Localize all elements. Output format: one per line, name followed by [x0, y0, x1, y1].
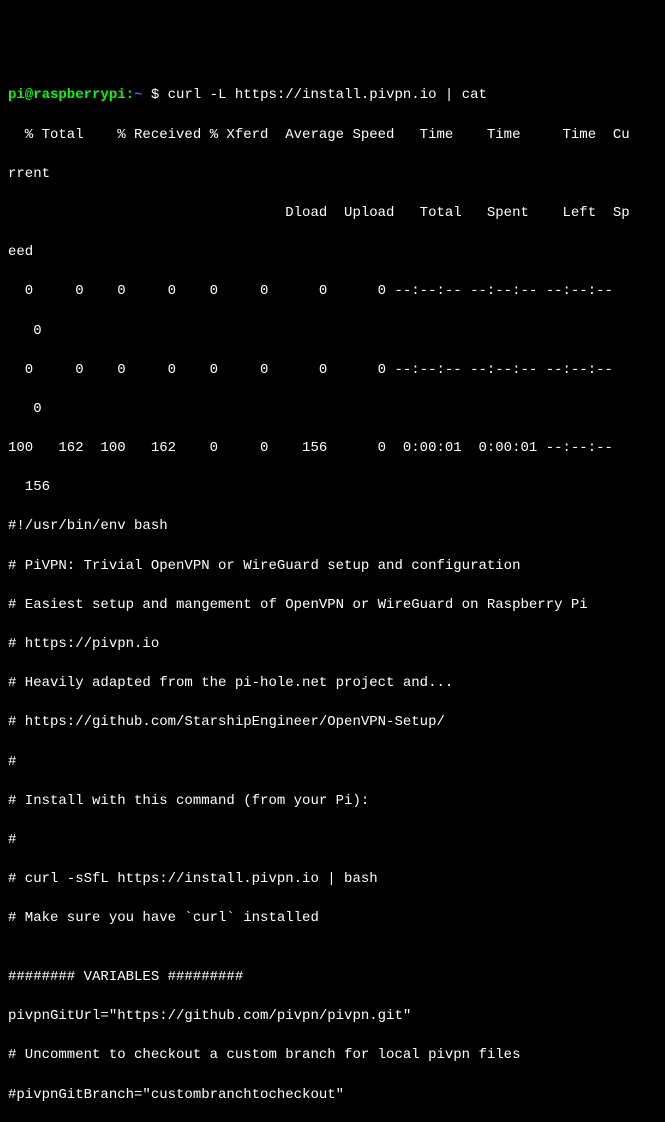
prompt-user-host: pi@raspberrypi [8, 87, 126, 103]
curl-progress-row-3b: 156 [8, 478, 657, 498]
curl-progress-row-1b: 0 [8, 322, 657, 342]
script-line: # https://github.com/StarshipEngineer/Op… [8, 713, 657, 733]
curl-progress-row-2b: 0 [8, 400, 657, 420]
script-line: #!/usr/bin/env bash [8, 517, 657, 537]
prompt-separator: : [126, 87, 134, 103]
script-line: # Easiest setup and mangement of OpenVPN… [8, 596, 657, 616]
script-line: # Heavily adapted from the pi-hole.net p… [8, 674, 657, 694]
curl-progress-row-1: 0 0 0 0 0 0 0 0 --:--:-- --:--:-- --:--:… [8, 282, 657, 302]
curl-progress-row-3: 100 162 100 162 0 0 156 0 0:00:01 0:00:0… [8, 439, 657, 459]
prompt-line[interactable]: pi@raspberrypi:~ $ curl -L https://insta… [8, 86, 657, 106]
curl-header-2b: eed [8, 243, 657, 263]
script-line: # [8, 753, 657, 773]
script-line: #pivpnGitBranch="custombranchtocheckout" [8, 1086, 657, 1106]
curl-header-1b: rrent [8, 165, 657, 185]
prompt-symbol: $ [142, 87, 167, 103]
script-line: # https://pivpn.io [8, 635, 657, 655]
script-line: pivpnGitUrl="https://github.com/pivpn/pi… [8, 1007, 657, 1027]
curl-header-2: Dload Upload Total Spent Left Sp [8, 204, 657, 224]
command-text: curl -L https://install.pivpn.io | cat [168, 87, 487, 103]
script-line: # Install with this command (from your P… [8, 792, 657, 812]
script-line: # curl -sSfL https://install.pivpn.io | … [8, 870, 657, 890]
script-line: # Uncomment to checkout a custom branch … [8, 1046, 657, 1066]
script-line: # [8, 831, 657, 851]
curl-header-1: % Total % Received % Xferd Average Speed… [8, 126, 657, 146]
script-line: # PiVPN: Trivial OpenVPN or WireGuard se… [8, 557, 657, 577]
script-line: ######## VARIABLES ######### [8, 968, 657, 988]
curl-progress-row-2: 0 0 0 0 0 0 0 0 --:--:-- --:--:-- --:--:… [8, 361, 657, 381]
script-line: # Make sure you have `curl` installed [8, 909, 657, 929]
